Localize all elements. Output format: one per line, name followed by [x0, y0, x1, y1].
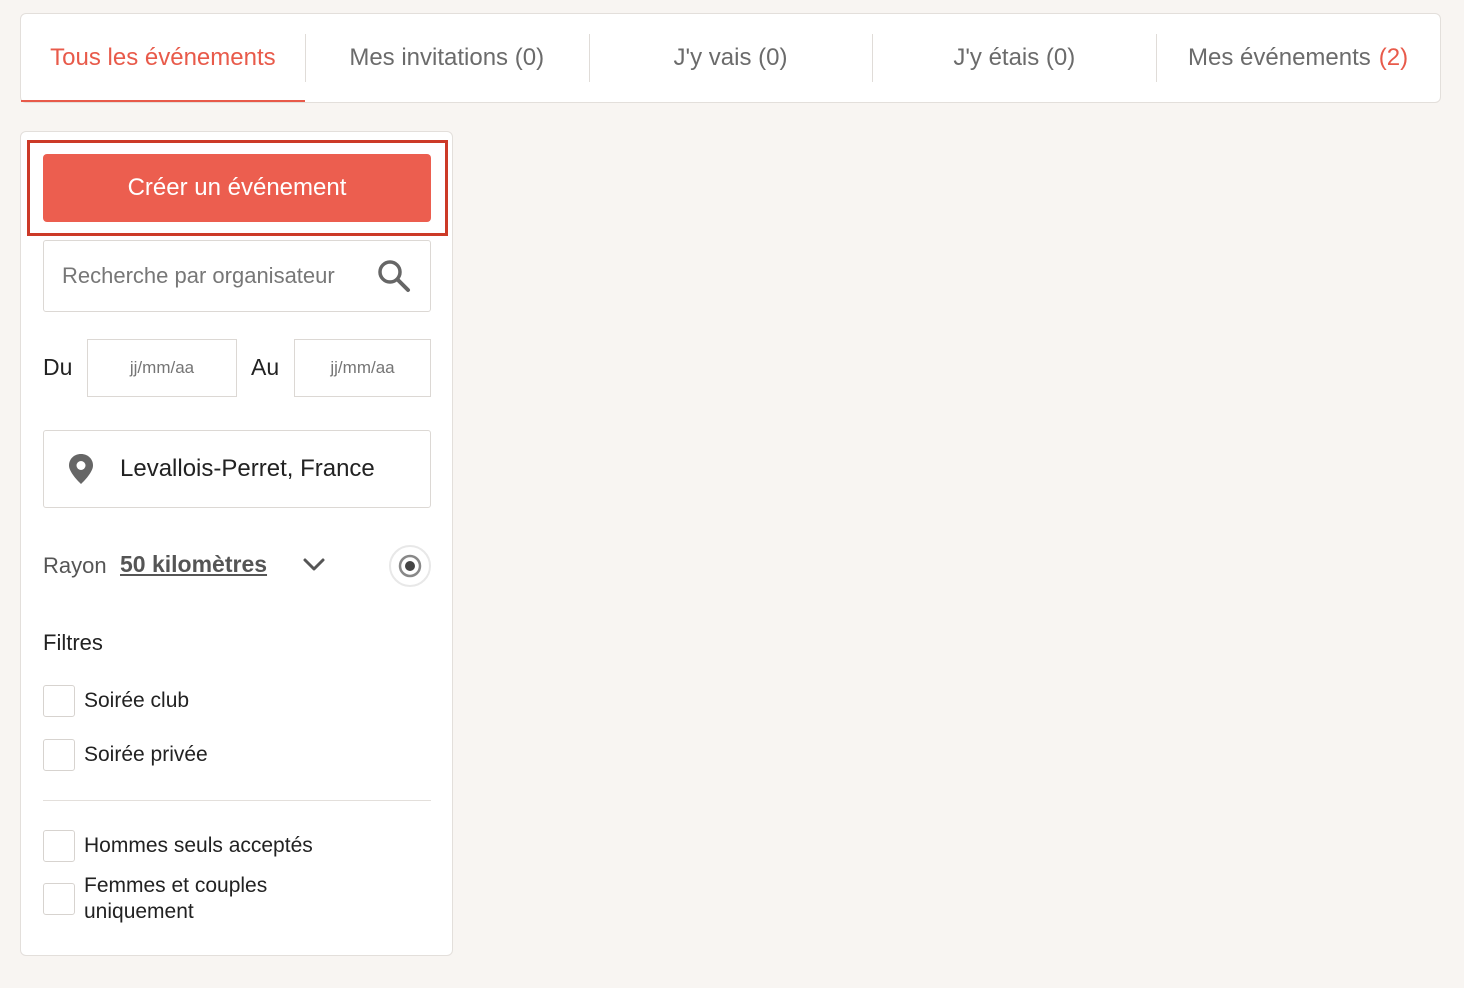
filter-club-party-label: Soirée club [84, 689, 190, 712]
filter-women-couples-label: Femmes et couples uniquement [84, 874, 268, 923]
tab-going-label: J'y vais (0) [673, 44, 788, 71]
date-to-label: Au [251, 354, 280, 380]
organizer-search [43, 240, 431, 312]
tab-my-invitations-label: Mes invitations (0) [349, 44, 545, 71]
tab-my-events-label: Mes événements [1188, 44, 1371, 71]
tab-my-invitations[interactable]: Mes invitations (0) [304, 14, 589, 102]
event-tabs: Tous les événements Mes invitations (0) … [20, 13, 1441, 103]
filters-title: Filtres [43, 630, 103, 655]
filter-private-party-label: Soirée privée [84, 743, 208, 766]
search-icon[interactable] [376, 258, 412, 294]
date-to-input[interactable] [294, 339, 431, 397]
tab-my-events[interactable]: Mes événements (2) [1156, 14, 1440, 102]
organizer-search-input[interactable] [44, 263, 376, 289]
tab-going[interactable]: J'y vais (0) [588, 14, 873, 102]
create-event-button[interactable]: Créer un événement [43, 154, 431, 222]
filter-women-couples: Femmes et couples uniquement [43, 873, 314, 925]
filters-divider [43, 800, 431, 801]
filter-single-men: Hommes seuls acceptés [43, 830, 313, 862]
location-pin-icon [69, 454, 93, 484]
radius-value[interactable]: 50 kilomètres [120, 551, 267, 578]
date-range: Du Au [43, 339, 431, 397]
filter-private-party-checkbox[interactable] [43, 739, 75, 771]
tab-my-events-count: (2) [1378, 44, 1409, 71]
tab-all-events[interactable]: Tous les événements [21, 14, 305, 102]
filter-club-party-checkbox[interactable] [43, 685, 75, 717]
filter-club-party: Soirée club [43, 685, 189, 717]
location-value: Levallois-Perret, France [120, 455, 375, 482]
radius-selector: Rayon 50 kilomètres [43, 544, 431, 588]
location-field[interactable]: Levallois-Perret, France [43, 430, 431, 508]
geolocate-target-icon[interactable] [388, 544, 432, 588]
tab-attended-label: J'y étais (0) [953, 44, 1076, 71]
filter-single-men-checkbox[interactable] [43, 830, 75, 862]
filter-private-party: Soirée privée [43, 739, 208, 771]
filter-women-couples-checkbox[interactable] [43, 883, 75, 915]
chevron-down-icon[interactable] [302, 555, 326, 575]
tab-attended[interactable]: J'y étais (0) [872, 14, 1156, 102]
tab-all-events-label: Tous les événements [50, 44, 276, 71]
filter-single-men-label: Hommes seuls acceptés [84, 834, 313, 857]
radius-label: Rayon [43, 553, 107, 578]
date-from-input[interactable] [87, 339, 237, 397]
filter-sidebar: Créer un événement Du Au Levallois-Perre… [20, 131, 453, 956]
date-from-label: Du [43, 354, 73, 380]
